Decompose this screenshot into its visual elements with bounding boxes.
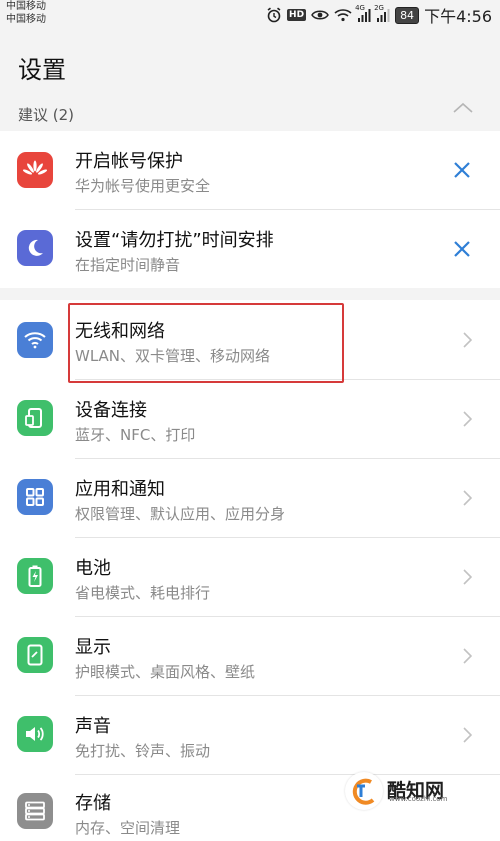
status-time: 下午4:56 [424,7,492,26]
display-icon [17,637,53,673]
settings-item-title: 应用和通知 [75,479,165,500]
hd-badge: HD [287,9,307,21]
suggestion-item-do-not-disturb[interactable]: 设置“请勿打扰”时间安排 在指定时间静音 [0,210,500,288]
suggestions-card: 开启帐号保护 华为帐号使用更安全 设置“请勿打扰”时间安排 在指定时间静音 [0,131,500,288]
network-type-2: 2G [374,4,384,12]
settings-item-subtitle: 蓝牙、NFC、打印 [75,426,196,444]
settings-item-title: 声音 [75,716,111,737]
close-icon[interactable] [450,237,474,261]
suggestion-subtitle: 华为帐号使用更安全 [75,177,211,195]
settings-item-sound[interactable]: 声音 免打扰、铃声、振动 [0,696,500,774]
watermark-url: www.coozhi.com [389,795,448,803]
huawei-logo-icon [17,152,53,188]
settings-item-subtitle: 护眼模式、桌面风格、壁纸 [75,663,256,681]
suggestion-title: 开启帐号保护 [75,151,183,172]
signal-1-icon: 4G [355,4,371,22]
close-icon[interactable] [450,158,474,182]
suggestion-item-account-protection[interactable]: 开启帐号保护 华为帐号使用更安全 [0,131,500,209]
network-type-1: 4G [355,4,365,12]
chevron-right-icon [460,565,474,589]
highlight-box [68,303,344,383]
chevron-right-icon [460,723,474,747]
device-connection-icon [17,400,53,436]
watermark: 酷知网 www.coozhi.com [345,768,465,814]
settings-item-subtitle: 免打扰、铃声、振动 [75,742,211,760]
carrier-label-1: 中国移动 [6,1,46,12]
carrier-label-2: 中国移动 [6,14,46,25]
chevron-up-icon[interactable] [452,100,474,119]
settings-item-title: 电池 [75,558,111,579]
wifi-status-icon [334,8,352,22]
eye-icon [311,9,329,21]
chevron-right-icon [460,644,474,668]
apps-grid-icon [17,479,53,515]
status-bar: 中国移动 中国移动 HD 4G 2G 84 下午4:56 [0,0,500,30]
suggestions-header: 建议 (2) [0,98,500,130]
wifi-icon [17,322,53,358]
signal-2-icon: 2G [374,4,390,22]
settings-item-title: 存储 [75,793,111,814]
battery-icon [17,558,53,594]
suggestions-header-label: 建议 (2) [18,106,75,124]
coozhi-logo-icon [345,772,383,810]
settings-item-device-connection[interactable]: 设备连接 蓝牙、NFC、打印 [0,380,500,458]
settings-item-display[interactable]: 显示 护眼模式、桌面风格、壁纸 [0,617,500,695]
settings-item-title: 设备连接 [75,400,147,421]
moon-icon [17,230,53,266]
settings-item-title: 显示 [75,637,111,658]
settings-item-subtitle: 省电模式、耗电排行 [75,584,211,602]
suggestion-subtitle: 在指定时间静音 [75,256,181,274]
alarm-icon [266,7,282,23]
page-title: 设置 [18,56,66,84]
settings-item-subtitle: 权限管理、默认应用、应用分身 [75,505,286,523]
storage-icon [17,793,53,829]
speaker-icon [17,716,53,752]
chevron-right-icon [460,486,474,510]
settings-item-subtitle: 内存、空间清理 [75,819,181,837]
chevron-right-icon [460,328,474,352]
chevron-right-icon [460,407,474,431]
battery-level: 84 [395,6,420,24]
settings-item-battery[interactable]: 电池 省电模式、耗电排行 [0,538,500,616]
settings-item-apps-notifications[interactable]: 应用和通知 权限管理、默认应用、应用分身 [0,459,500,537]
suggestion-title: 设置“请勿打扰”时间安排 [75,230,274,251]
